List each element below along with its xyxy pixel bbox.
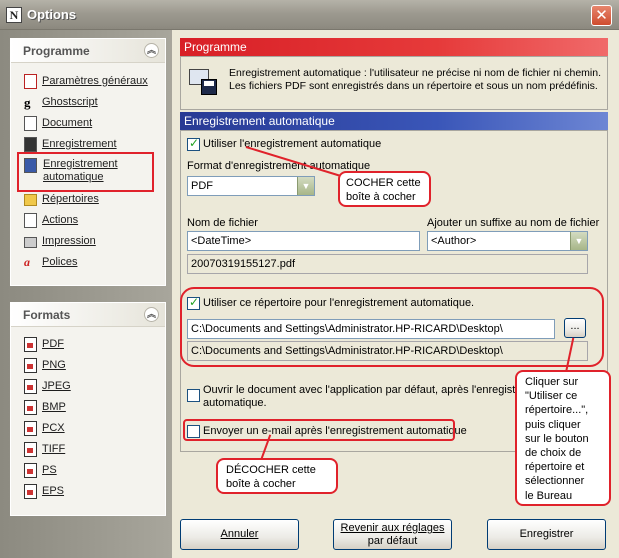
pdf-file-icon — [24, 337, 37, 352]
png-file-icon — [24, 358, 37, 373]
document-icon — [24, 116, 37, 131]
window-title: Options — [27, 7, 77, 22]
directory-highlight — [180, 287, 604, 367]
formats-group-header[interactable]: Formats ︽ — [11, 303, 165, 327]
autosave-icon — [189, 65, 219, 97]
autosave-highlight — [17, 152, 154, 192]
ghostscript-icon: g — [24, 95, 31, 110]
use-autosave-checkbox[interactable] — [187, 136, 200, 151]
bmp-file-icon — [24, 400, 37, 415]
actions-icon — [24, 213, 37, 228]
open-document-label[interactable]: Ouvrir le document avec l'application pa… — [203, 384, 550, 410]
restore-defaults-button[interactable]: Revenir aux réglages par défaut — [333, 519, 452, 550]
jpeg-file-icon — [24, 379, 37, 394]
app-icon: N — [6, 7, 22, 23]
description-line-1: Enregistrement automatique : l'utilisate… — [229, 67, 602, 79]
filename-input[interactable]: <DateTime> — [187, 231, 420, 251]
tiff-file-icon — [24, 442, 37, 457]
formats-group-title: Formats — [23, 308, 71, 322]
open-document-checkbox[interactable] — [187, 389, 200, 402]
programme-group-header[interactable]: Programme ︽ — [11, 39, 165, 63]
title-bar: N Options ✕ — [0, 0, 619, 30]
ps-file-icon — [24, 463, 37, 478]
format-label: Format d'enregistrement automatique — [187, 160, 371, 172]
programme-section-header: Programme — [180, 38, 608, 56]
uncheck-note-callout: DÉCOCHER cette boîte à cocher — [216, 458, 338, 494]
chevron-down-icon[interactable]: ▼ — [297, 177, 314, 195]
settings-doc-icon — [24, 74, 37, 89]
eps-file-icon — [24, 484, 37, 499]
save-icon — [24, 137, 37, 152]
folder-icon — [24, 194, 37, 206]
collapse-icon[interactable]: ︽ — [144, 307, 159, 322]
check-note-callout: COCHER cette boîte à cocher — [338, 171, 431, 207]
autosave-section-header: Enregistrement automatique — [180, 112, 608, 130]
close-button[interactable]: ✕ — [591, 5, 612, 26]
filename-label: Nom de fichier — [187, 217, 258, 229]
suffix-label: Ajouter un suffixe au nom de fichier — [427, 217, 600, 229]
fonts-icon: a — [24, 255, 30, 269]
dir-note-callout: Cliquer sur "Utiliser ce répertoire...",… — [515, 370, 611, 506]
printer-icon — [24, 237, 37, 248]
chevron-down-icon[interactable]: ▼ — [570, 232, 587, 250]
filename-preview: 20070319155127.pdf — [187, 254, 588, 274]
format-select[interactable]: PDF ▼ — [187, 176, 315, 196]
description-line-2: Les fichiers PDF sont enregistrés dans u… — [229, 80, 598, 92]
collapse-icon[interactable]: ︽ — [144, 43, 159, 58]
suffix-select[interactable]: <Author> ▼ — [427, 231, 588, 251]
email-highlight — [183, 419, 455, 441]
use-autosave-label[interactable]: Utiliser l'enregistrement automatique — [203, 138, 381, 150]
pcx-file-icon — [24, 421, 37, 436]
description-panel: Enregistrement automatique : l'utilisate… — [180, 56, 608, 110]
save-button[interactable]: Enregistrer — [487, 519, 606, 550]
cancel-button[interactable]: Annuler — [180, 519, 299, 550]
programme-group-title: Programme — [23, 44, 90, 58]
